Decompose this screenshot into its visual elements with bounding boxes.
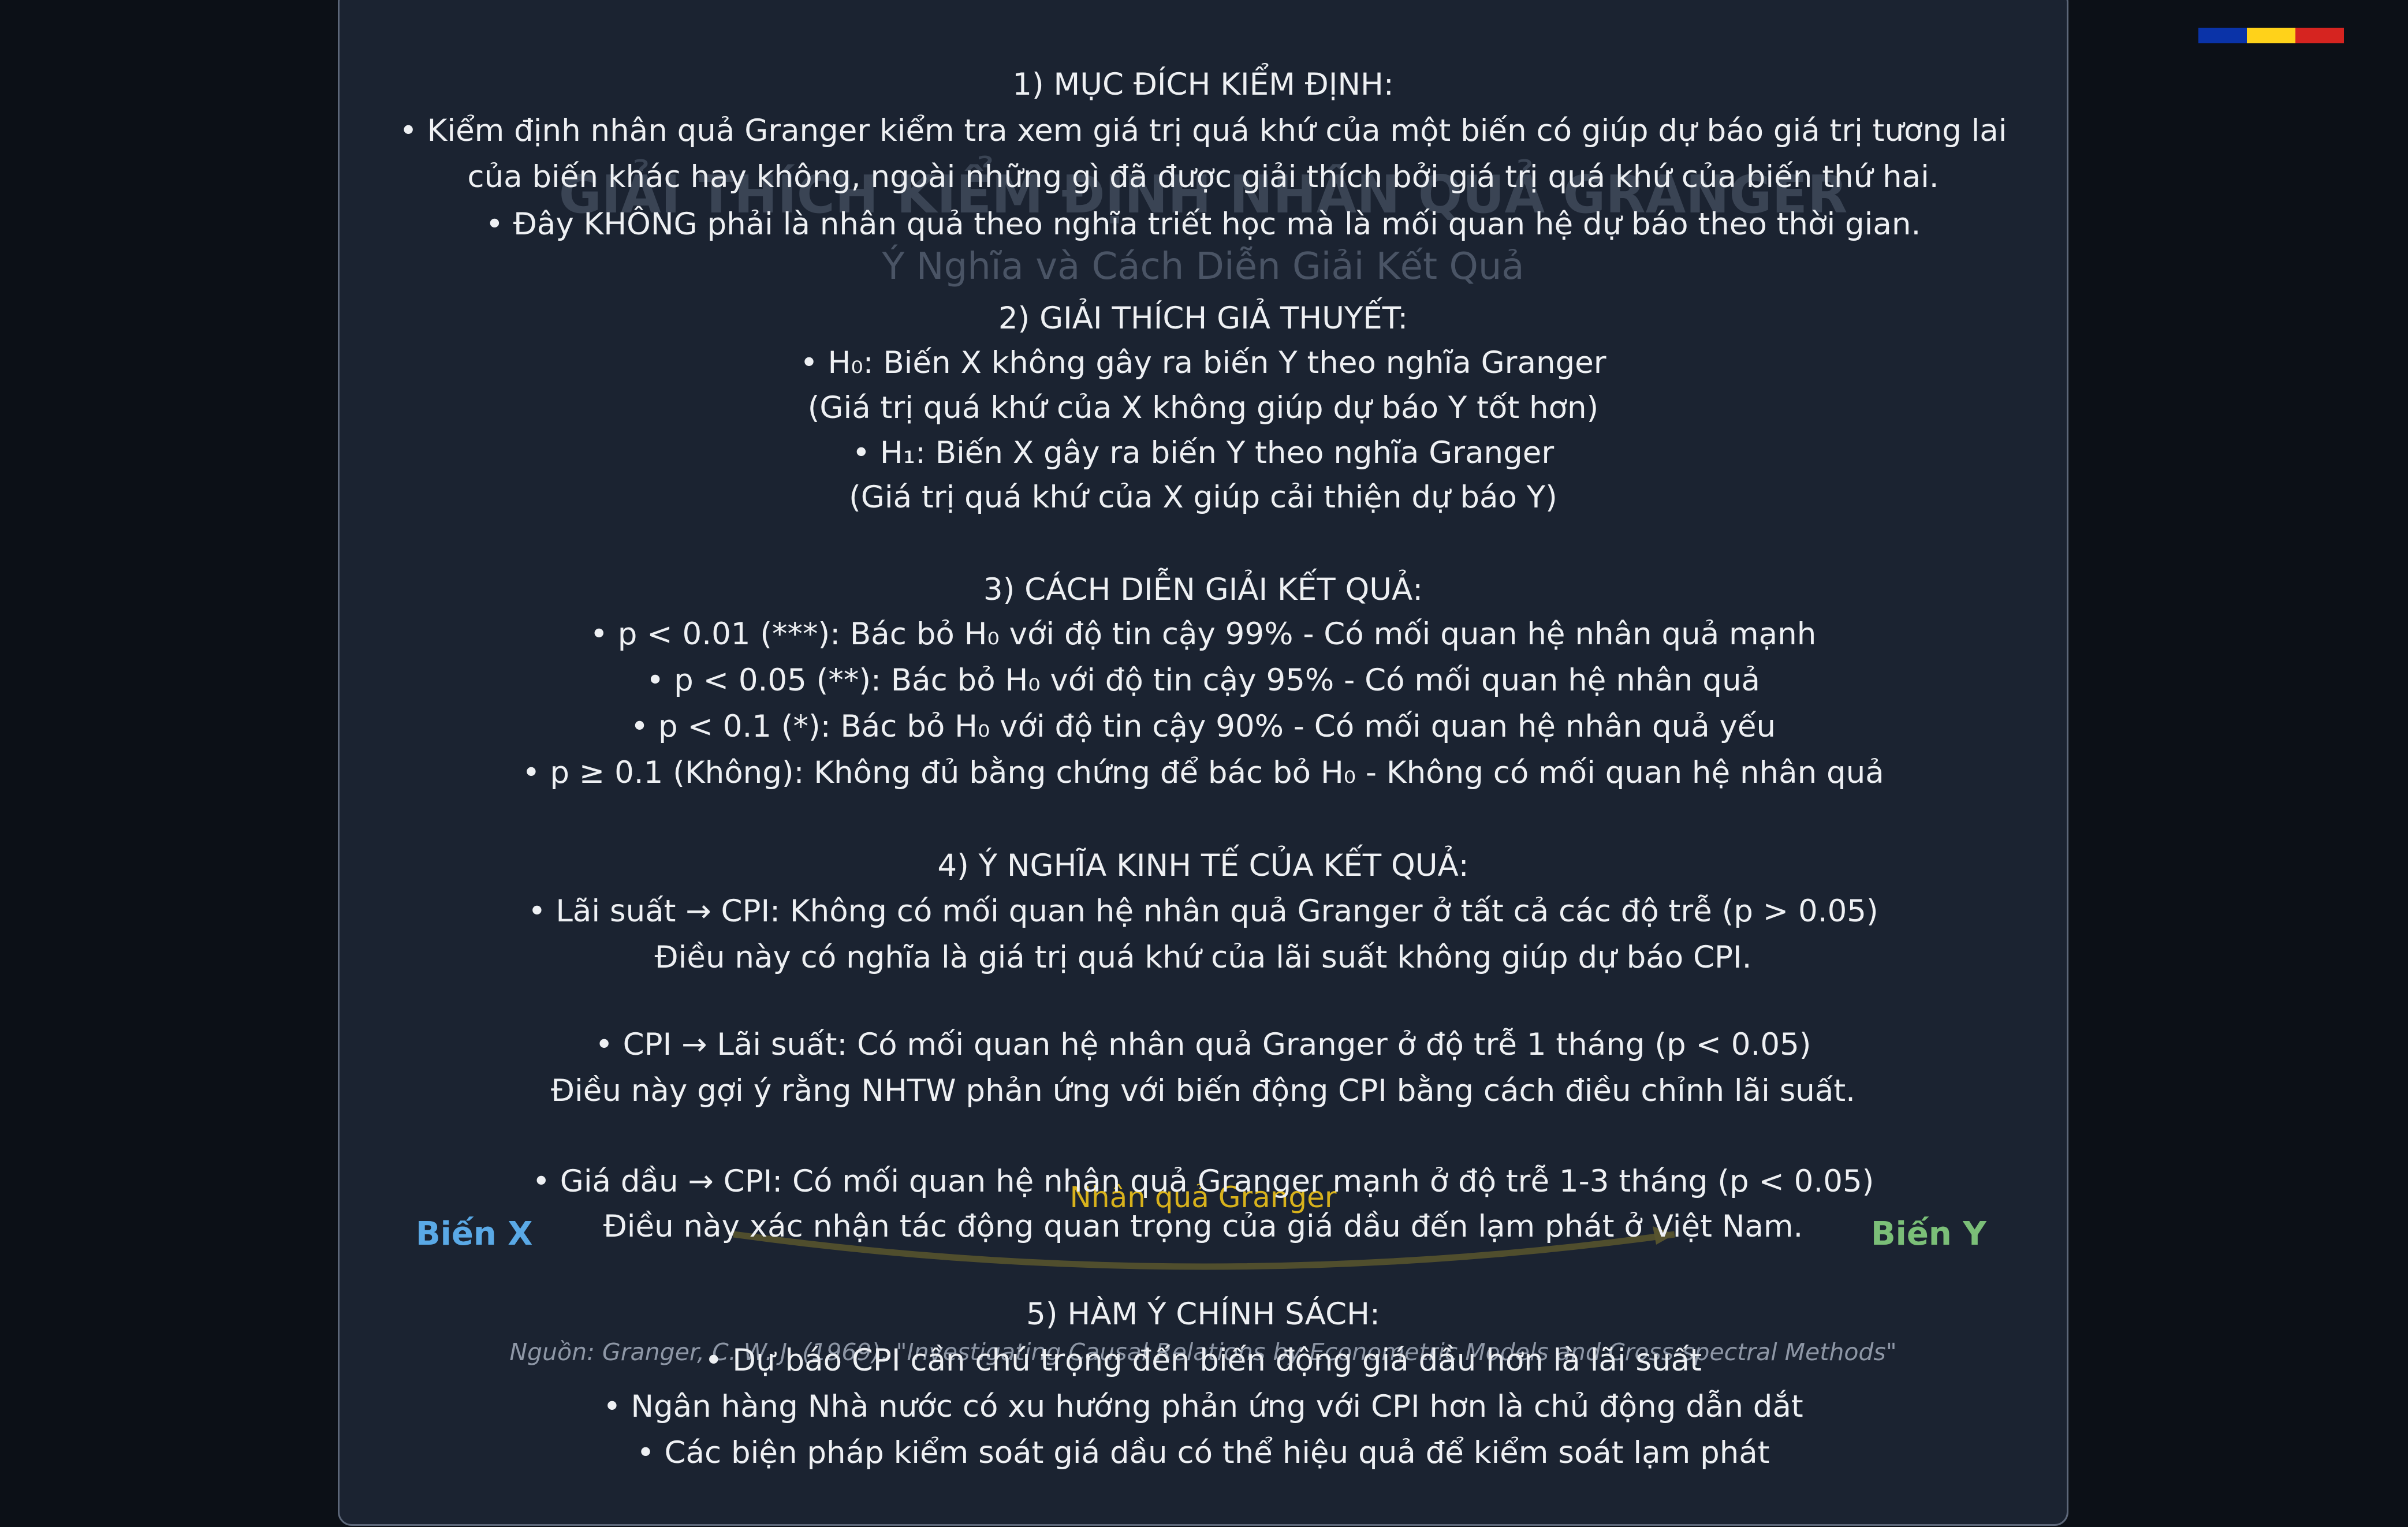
text-line: Điều này gợi ý rằng NHTW phản ứng với bi… [550, 1073, 1856, 1108]
text-line: • p < 0.1 (*): Bác bỏ H₀ với độ tin cậy … [630, 709, 1776, 744]
text-line: 4) Ý NGHĨA KINH TẾ CỦA KẾT QUẢ: [937, 848, 1469, 883]
text-line: • p < 0.05 (**): Bác bỏ H₀ với độ tin cậ… [646, 663, 1761, 698]
text-line: • H₁: Biến X gây ra biến Y theo nghĩa Gr… [852, 435, 1555, 471]
text-line: 5) HÀM Ý CHÍNH SÁCH: [1026, 1297, 1380, 1332]
text-line: • Các biện pháp kiểm soát giá dầu có thể… [636, 1435, 1770, 1470]
text-line: Điều này xác nhận tác động quan trọng củ… [603, 1209, 1803, 1244]
flag-stripe-blue [2198, 28, 2247, 43]
text-line: 3) CÁCH DIỄN GIẢI KẾT QUẢ: [983, 572, 1423, 607]
text-line: • p < 0.01 (***): Bác bỏ H₀ với độ tin c… [590, 617, 1817, 652]
text-line: • Ngân hàng Nhà nước có xu hướng phản ứn… [603, 1389, 1803, 1424]
text-line: của biến khác hay không, ngoài những gì … [467, 159, 1939, 195]
figure-canvas: GIẢI THÍCH KIỂM ĐỊNH NHÂN QUẢ GRANGER Ý … [0, 0, 2408, 1527]
text-line: 2) GIẢI THÍCH GIẢ THUYẾT: [998, 301, 1408, 336]
flag-stripe-yellow [2247, 28, 2295, 43]
text-line: • Kiểm định nhân quả Granger kiểm tra xe… [399, 113, 2007, 148]
text-line: (Giá trị quá khứ của X giúp cải thiện dự… [849, 480, 1557, 515]
text-line: • H₀: Biến X không gây ra biến Y theo ng… [800, 345, 1606, 380]
explanation-text: 1) MỤC ĐÍCH KIỂM ĐỊNH: • Kiểm định nhân q… [338, 0, 2068, 1527]
text-line: • Giá dầu → CPI: Có mối quan hệ nhân quả… [532, 1164, 1874, 1199]
text-line: (Giá trị quá khứ của X không giúp dự báo… [807, 390, 1599, 425]
text-line: • CPI → Lãi suất: Có mối quan hệ nhân qu… [595, 1027, 1811, 1062]
text-line: • Đây KHÔNG phải là nhân quả theo nghĩa … [485, 207, 1921, 242]
text-line: 1) MỤC ĐÍCH KIỂM ĐỊNH: [1012, 67, 1394, 102]
text-line: • Lãi suất → CPI: Không có mối quan hệ n… [528, 894, 1878, 929]
text-line: • Dự báo CPI cần chú trọng đến biến động… [704, 1343, 1702, 1378]
text-line: Điều này có nghĩa là giá trị quá khứ của… [654, 940, 1752, 975]
flag-stripe-red [2295, 28, 2344, 43]
text-line: • p ≥ 0.1 (Không): Không đủ bằng chứng đ… [522, 755, 1884, 790]
